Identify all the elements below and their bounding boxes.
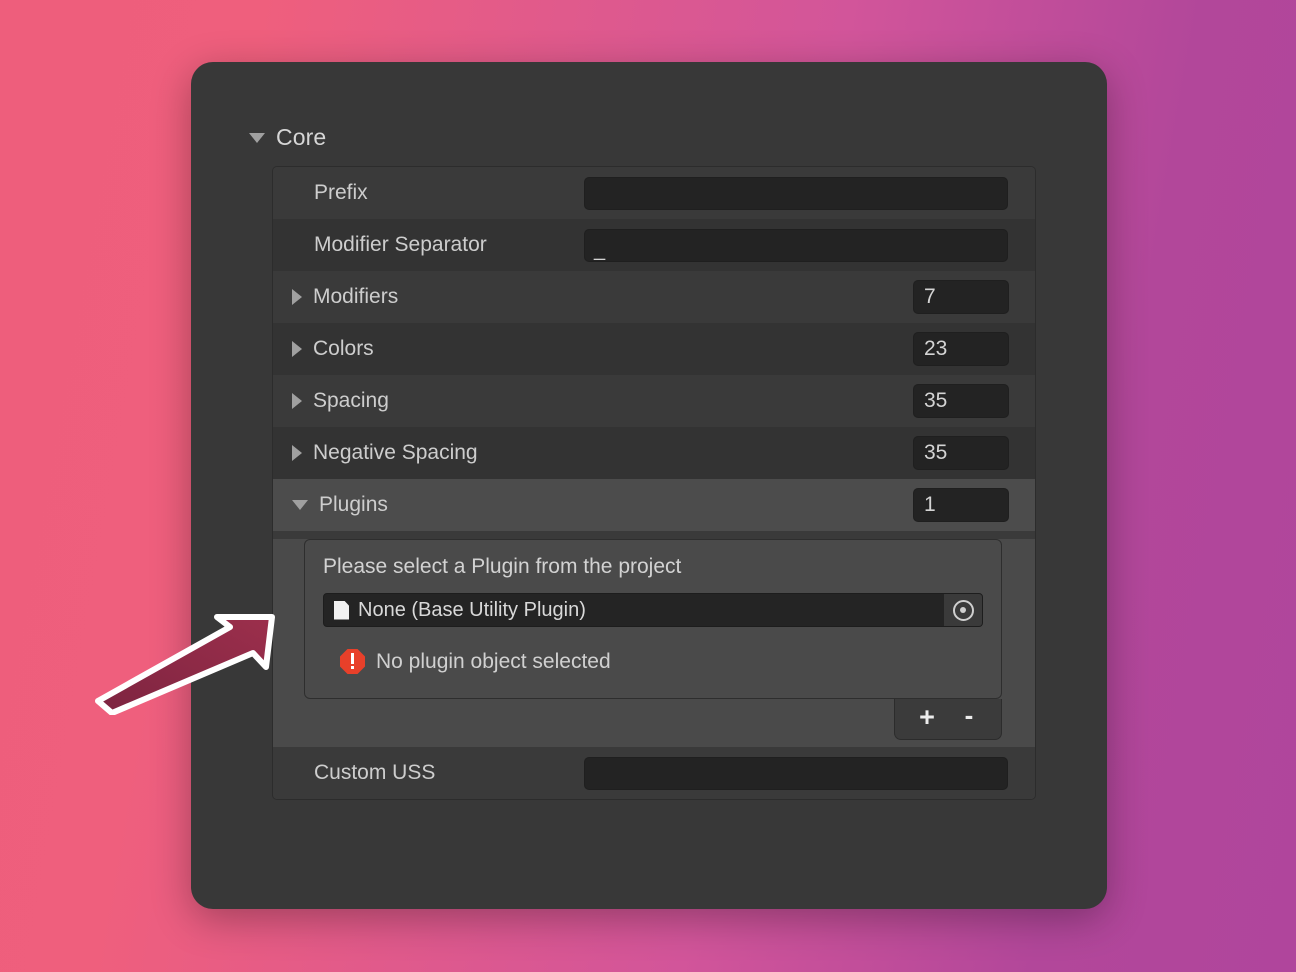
foldout-plugins[interactable]: Plugins [273, 493, 388, 517]
foldout-spacing[interactable]: Spacing [273, 389, 389, 413]
add-remove-button-group: + - [894, 699, 1002, 740]
row-prefix: Prefix [273, 167, 1035, 219]
row-label-prefix: Prefix [314, 181, 368, 204]
row-modifiers[interactable]: Modifiers 7 [273, 271, 1035, 323]
section-title: Core [276, 124, 327, 150]
row-label-modifier-separator: Modifier Separator [314, 233, 487, 256]
plugin-list-footer: + - [273, 699, 1035, 747]
plugins-object-field[interactable]: None (Base Utility Plugin) [323, 593, 983, 627]
row-colors[interactable]: Colors 23 [273, 323, 1035, 375]
row-label-plugins: Plugins [319, 493, 388, 516]
triangle-down-icon[interactable] [249, 132, 265, 143]
spacing-count-field[interactable]: 35 [913, 384, 1009, 418]
plugins-count-value: 1 [924, 493, 936, 516]
inspector-window: Core Prefix Modifier Separator _ Modifie… [191, 62, 1107, 909]
modifiers-count-value: 7 [924, 285, 936, 308]
plugin-list-box: Please select a Plugin from the project … [304, 539, 1002, 699]
triangle-right-icon[interactable] [292, 289, 302, 305]
row-plugins[interactable]: Plugins 1 [273, 479, 1035, 531]
object-picker-ring [952, 599, 974, 621]
row-label-colors: Colors [313, 337, 374, 360]
plugins-object-field-value: None (Base Utility Plugin) [358, 598, 586, 621]
row-label-modifiers: Modifiers [313, 285, 399, 308]
plugin-error-text: No plugin object selected [376, 649, 611, 673]
row-custom-uss: Custom USS [273, 747, 1035, 799]
row-spacing[interactable]: Spacing 35 [273, 375, 1035, 427]
row-label-spacing: Spacing [313, 389, 389, 412]
triangle-right-icon[interactable] [292, 445, 302, 461]
core-properties-container: Prefix Modifier Separator _ Modifiers 7 [272, 166, 1036, 800]
modifier-separator-input-value: _ [594, 239, 606, 261]
colors-count-field[interactable]: 23 [913, 332, 1009, 366]
document-icon [334, 600, 349, 620]
remove-plugin-button[interactable]: - [956, 702, 982, 728]
row-modifier-separator: Modifier Separator _ [273, 219, 1035, 271]
modifier-separator-input[interactable]: _ [584, 228, 1008, 262]
object-picker-dot [960, 607, 966, 613]
negative-spacing-count-value: 35 [924, 441, 948, 464]
foldout-colors[interactable]: Colors [273, 337, 374, 361]
plugin-error-message: No plugin object selected [323, 649, 983, 674]
modifiers-count-field[interactable]: 7 [913, 280, 1009, 314]
foldout-modifiers[interactable]: Modifiers [273, 285, 398, 309]
foldout-negative-spacing[interactable]: Negative Spacing [273, 441, 478, 465]
plugin-hint-text: Please select a Plugin from the project [323, 555, 682, 578]
colors-count-value: 23 [924, 337, 948, 360]
object-picker-icon[interactable] [944, 594, 982, 626]
row-label-custom-uss: Custom USS [314, 761, 436, 784]
row-label-negative-spacing: Negative Spacing [313, 441, 478, 464]
triangle-right-icon[interactable] [292, 393, 302, 409]
negative-spacing-count-field[interactable]: 35 [913, 436, 1009, 470]
plugins-expanded-section: Please select a Plugin from the project … [273, 539, 1035, 747]
plugins-count-field[interactable]: 1 [913, 488, 1009, 522]
error-octagon-icon [340, 649, 365, 674]
prefix-input[interactable] [584, 176, 1008, 210]
row-negative-spacing[interactable]: Negative Spacing 35 [273, 427, 1035, 479]
spacing-count-value: 35 [924, 389, 948, 412]
custom-uss-input[interactable] [584, 756, 1008, 790]
foldout-header-core[interactable]: Core [249, 124, 326, 151]
add-plugin-button[interactable]: + [914, 703, 940, 731]
triangle-down-icon[interactable] [292, 500, 308, 510]
triangle-right-icon[interactable] [292, 341, 302, 357]
